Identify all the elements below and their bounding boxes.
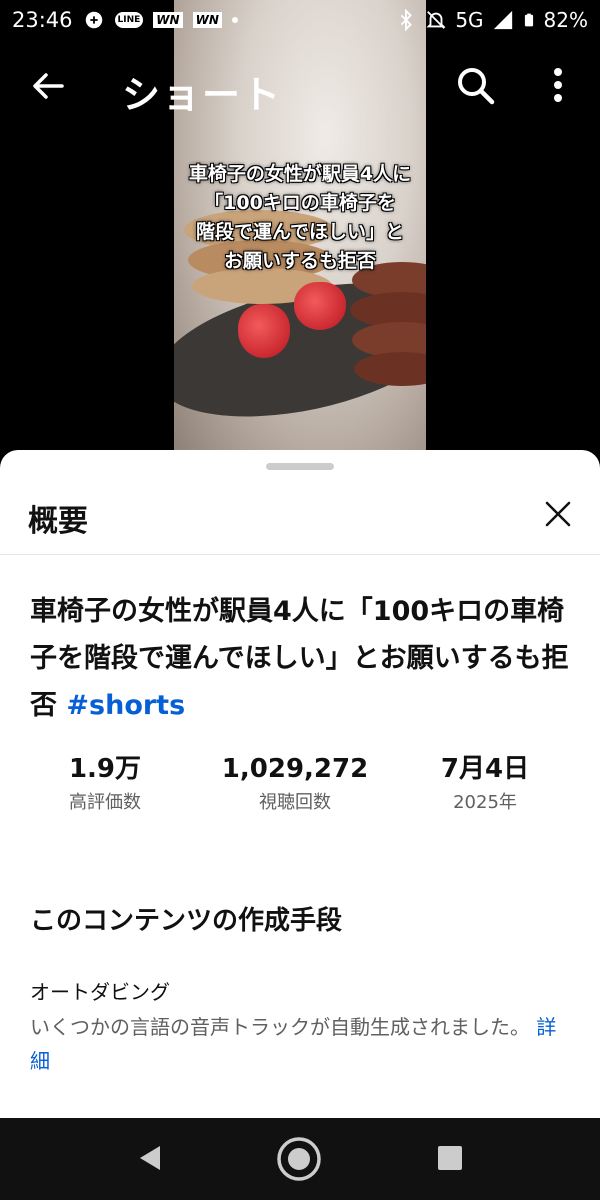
sheet-title: 概要	[28, 504, 88, 539]
caption-line: 車椅子の女性が駅員4人に	[188, 163, 412, 185]
divider	[0, 554, 600, 555]
stat-value: 7月4日	[440, 754, 530, 784]
stat-value: 1.9万	[68, 754, 142, 784]
stat-label: 視聴回数	[259, 792, 331, 813]
description-sheet: 概要 車椅子の女性が駅員4人に「100キロの車椅子を階段で運んでほしい」とお願い…	[0, 450, 600, 1118]
page-title: ショート	[122, 73, 283, 117]
notification-dot-icon	[231, 17, 238, 23]
caption-line: 「100キロの車椅子を	[204, 192, 396, 214]
battery-icon	[524, 13, 533, 27]
strawberry-image	[294, 282, 346, 330]
stat-label: 2025年	[453, 792, 517, 813]
publish-date-stat: 7月4日 2025年	[420, 750, 550, 818]
mute-bell-icon	[426, 11, 446, 29]
wn-badge-icon: WN	[192, 12, 222, 28]
nav-home-icon[interactable]	[276, 1136, 322, 1182]
video-title: 車椅子の女性が駅員4人に「100キロの車椅子を階段で運んでほしい」とお願いするも…	[30, 588, 575, 729]
app-bar: ショート	[0, 44, 600, 124]
wn-badge-icon: WN	[153, 12, 183, 28]
caption-line: 階段で運んでほしい」と	[195, 221, 405, 243]
messenger-icon	[85, 11, 102, 29]
more-vert-icon[interactable]	[544, 64, 572, 106]
back-arrow-icon[interactable]	[28, 66, 68, 106]
battery-level: 82%	[543, 8, 588, 32]
views-stat: 1,029,272 視聴回数	[210, 750, 380, 818]
close-icon[interactable]	[540, 496, 576, 532]
search-icon[interactable]	[454, 64, 496, 106]
signal-icon	[493, 10, 512, 30]
nav-back-icon[interactable]	[134, 1142, 166, 1174]
auto-dubbing-description: いくつかの言語の音声トラックが自動生成されました。 詳細	[30, 1010, 575, 1078]
nav-recents-icon[interactable]	[436, 1144, 464, 1172]
system-nav-bar	[0, 1118, 600, 1200]
status-time: 23:46	[12, 8, 73, 32]
drag-handle[interactable]	[266, 463, 334, 470]
stat-value: 1,029,272	[221, 754, 369, 784]
network-type: 5G	[455, 8, 484, 32]
hashtag-link[interactable]: #shorts	[66, 690, 185, 721]
likes-stat: 1.9万 高評価数	[40, 750, 170, 818]
auto-dubbing-label: オートダビング	[30, 980, 170, 1004]
video-caption: 車椅子の女性が駅員4人に 「100キロの車椅子を 階段で運んでほしい」と お願い…	[174, 160, 426, 276]
auto-dubbing-text: いくつかの言語の音声トラックが自動生成されました。	[30, 1015, 530, 1039]
status-bar: 23:46 LINE WN WN 5G 82%	[0, 0, 600, 44]
stat-label: 高評価数	[69, 792, 141, 813]
caption-line: お願いするも拒否	[223, 250, 376, 272]
strawberry-image	[238, 304, 290, 358]
bluetooth-icon	[401, 9, 413, 31]
line-badge-icon: LINE	[114, 12, 144, 28]
section-title: このコンテンツの作成手段	[30, 906, 343, 936]
